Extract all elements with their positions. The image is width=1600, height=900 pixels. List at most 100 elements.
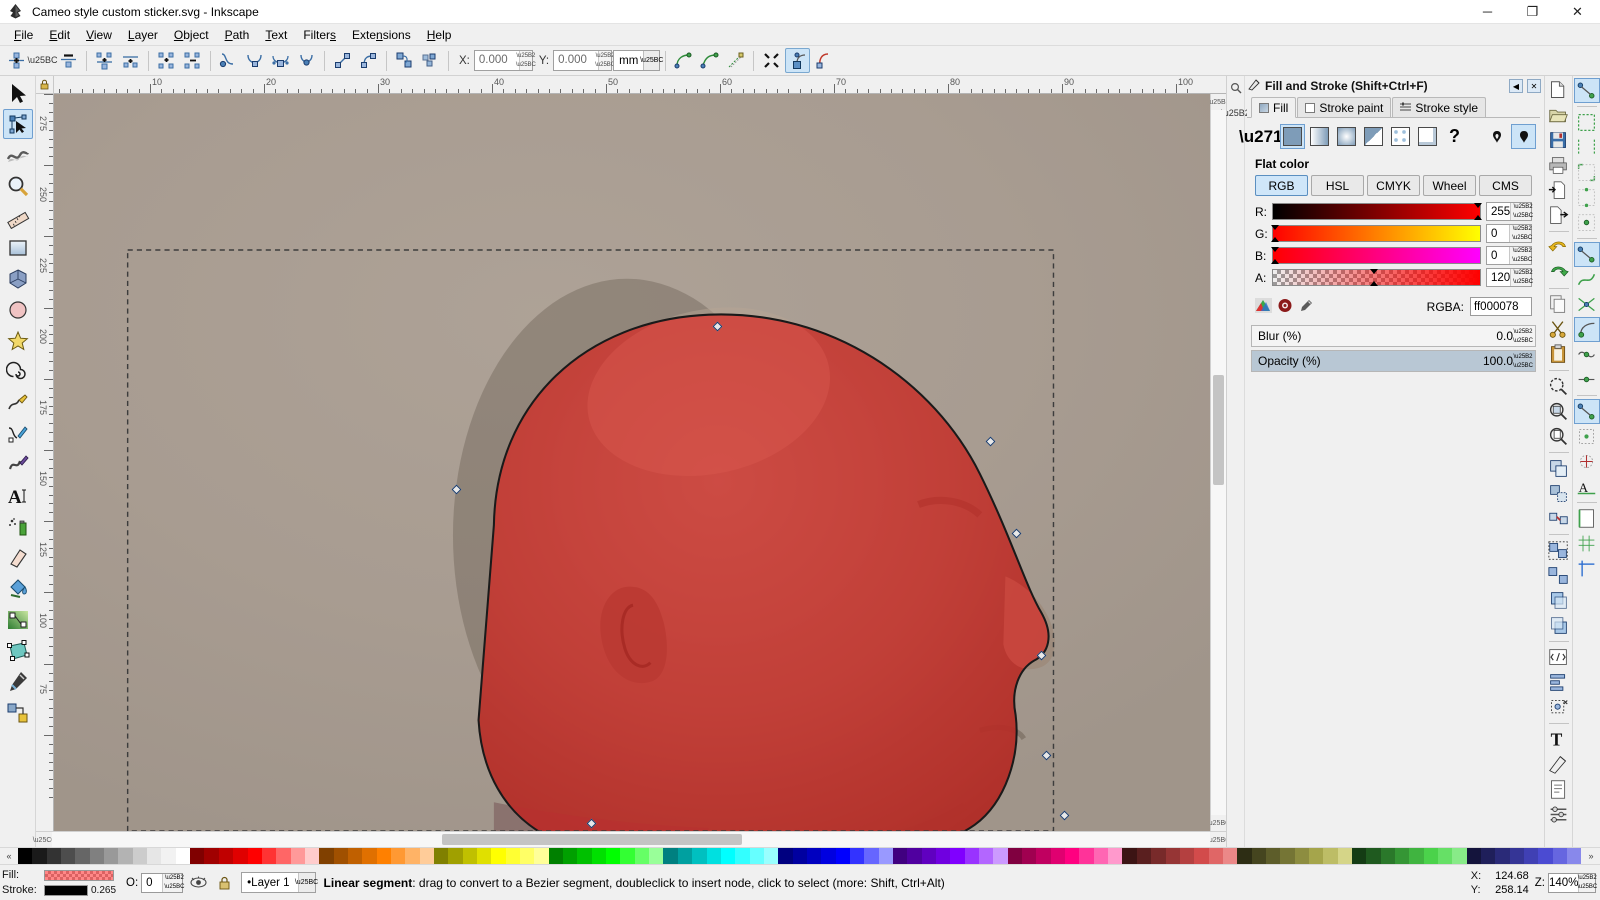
palette-color[interactable] [850,848,864,864]
mesh-gradient-button[interactable] [1415,124,1440,149]
palette-color[interactable] [463,848,477,864]
fill-stroke-button[interactable] [1546,752,1572,777]
palette-color[interactable] [133,848,147,864]
menu-extensions[interactable]: Extensions [344,26,419,44]
ellipse-tool[interactable] [3,295,33,325]
palette-color[interactable] [750,848,764,864]
palette-scroll-left[interactable]: « [0,848,18,864]
opacity-field[interactable]: 0 \u25B2\u25BC [141,873,183,893]
channel-g-slider[interactable] [1272,225,1481,242]
no-paint-button[interactable]: \u2715 [1253,124,1278,149]
palette-color[interactable] [793,848,807,864]
line-segment-button[interactable] [330,48,355,73]
palette-color[interactable] [75,848,89,864]
save-document-button[interactable] [1546,128,1572,153]
palette-color[interactable] [405,848,419,864]
palette-color[interactable] [534,848,548,864]
palette-color[interactable] [577,848,591,864]
preferences-button[interactable] [1546,802,1572,827]
palette-color[interactable] [477,848,491,864]
text-tool[interactable]: A [3,481,33,511]
palette-color[interactable] [319,848,333,864]
palette-color[interactable] [190,848,204,864]
palette-color[interactable] [491,848,505,864]
next-path-effect-button[interactable] [759,48,784,73]
palette-color[interactable] [1180,848,1194,864]
vertical-ruler[interactable]: 27525022520017515012510075 [36,94,54,831]
channel-a-slider[interactable] [1272,269,1481,286]
dock-close-button[interactable]: ✕ [1527,79,1541,93]
palette-color[interactable] [219,848,233,864]
palette-color[interactable] [950,848,964,864]
make-smooth-node-button[interactable] [242,48,267,73]
palette-color[interactable] [1252,848,1266,864]
insert-node-button[interactable] [4,48,29,73]
menu-layer[interactable]: Layer [120,26,166,44]
connector-tool[interactable] [3,698,33,728]
blur-value[interactable]: 0.0 [1496,329,1513,343]
palette-color[interactable] [1438,848,1452,864]
palette-color[interactable] [176,848,190,864]
channel-r-value[interactable]: 255 \u25B2\u25BC [1486,202,1532,221]
horizontal-ruler[interactable]: 102030405060708090100 [54,76,1226,94]
xml-editor-button[interactable] [1546,645,1572,670]
import-button[interactable] [1546,178,1572,203]
palette-color[interactable] [334,848,348,864]
make-auto-node-button[interactable] [294,48,319,73]
snap-grids-button[interactable] [1574,531,1600,556]
y-coordinate-spinner[interactable]: 0.000 \u25B2\u25BC [553,50,612,71]
palette-color[interactable] [1524,848,1538,864]
delete-segment-button[interactable] [180,48,205,73]
node-editor-tool[interactable] [3,109,33,139]
palette-color[interactable] [549,848,563,864]
palette-color[interactable] [821,848,835,864]
minimize-button[interactable]: ─ [1465,0,1510,24]
spray-tool[interactable] [3,512,33,542]
palette-color[interactable] [377,848,391,864]
palette-color[interactable] [1538,848,1552,864]
canvas[interactable] [54,94,1210,831]
show-clip-paths-button[interactable] [785,48,810,73]
tab-stroke-style[interactable]: Stroke style [1392,97,1486,117]
palette-color[interactable] [420,848,434,864]
palette-color[interactable] [362,848,376,864]
palette-color[interactable] [1008,848,1022,864]
chevron-down-icon[interactable]: \u25BC [643,51,659,70]
channel-a-value[interactable]: 120 \u25B2\u25BC [1486,268,1532,287]
palette-color[interactable] [649,848,663,864]
snap-rotation-centers-button[interactable] [1574,449,1600,474]
linear-gradient-button[interactable] [1307,124,1332,149]
palette-color[interactable] [907,848,921,864]
scroll-right-button[interactable]: \u25B6 [1210,832,1226,848]
snap-nodes-paths-button[interactable] [1574,242,1600,267]
horizontal-scrollbar[interactable]: \u25C0 \u25B6 [36,831,1226,847]
palette-color[interactable] [1338,848,1352,864]
rgba-value[interactable]: ff000078 [1470,297,1532,316]
nonzero-fillrule-button[interactable] [1511,124,1536,149]
color-mode-hsl[interactable]: HSL [1311,175,1364,196]
palette-color[interactable] [979,848,993,864]
insert-node-dropdown[interactable]: \u25BC [30,48,55,73]
menu-file[interactable]: File [6,26,41,44]
palette-color[interactable] [1036,848,1050,864]
menu-view[interactable]: View [78,26,120,44]
palette-color[interactable] [1280,848,1294,864]
palette-color[interactable] [18,848,32,864]
palette-color[interactable] [922,848,936,864]
enable-snapping-button[interactable] [1574,78,1600,103]
new-document-button[interactable] [1546,78,1572,103]
paste-button[interactable] [1546,342,1572,367]
menu-path[interactable]: Path [217,26,258,44]
palette-color[interactable] [993,848,1007,864]
unit-selector[interactable]: mm \u25BC [613,50,660,71]
snap-bbox-edge-midpoints-button[interactable] [1574,185,1600,210]
spiral-tool[interactable] [3,357,33,387]
copy-button[interactable] [1546,292,1572,317]
horizontal-scroll-thumb[interactable] [442,834,742,845]
menu-help[interactable]: Help [419,26,460,44]
palette-color[interactable] [262,848,276,864]
box3d-tool[interactable] [3,264,33,294]
palette-color[interactable] [104,848,118,864]
clone-button[interactable] [1546,481,1572,506]
palette-color[interactable] [434,848,448,864]
